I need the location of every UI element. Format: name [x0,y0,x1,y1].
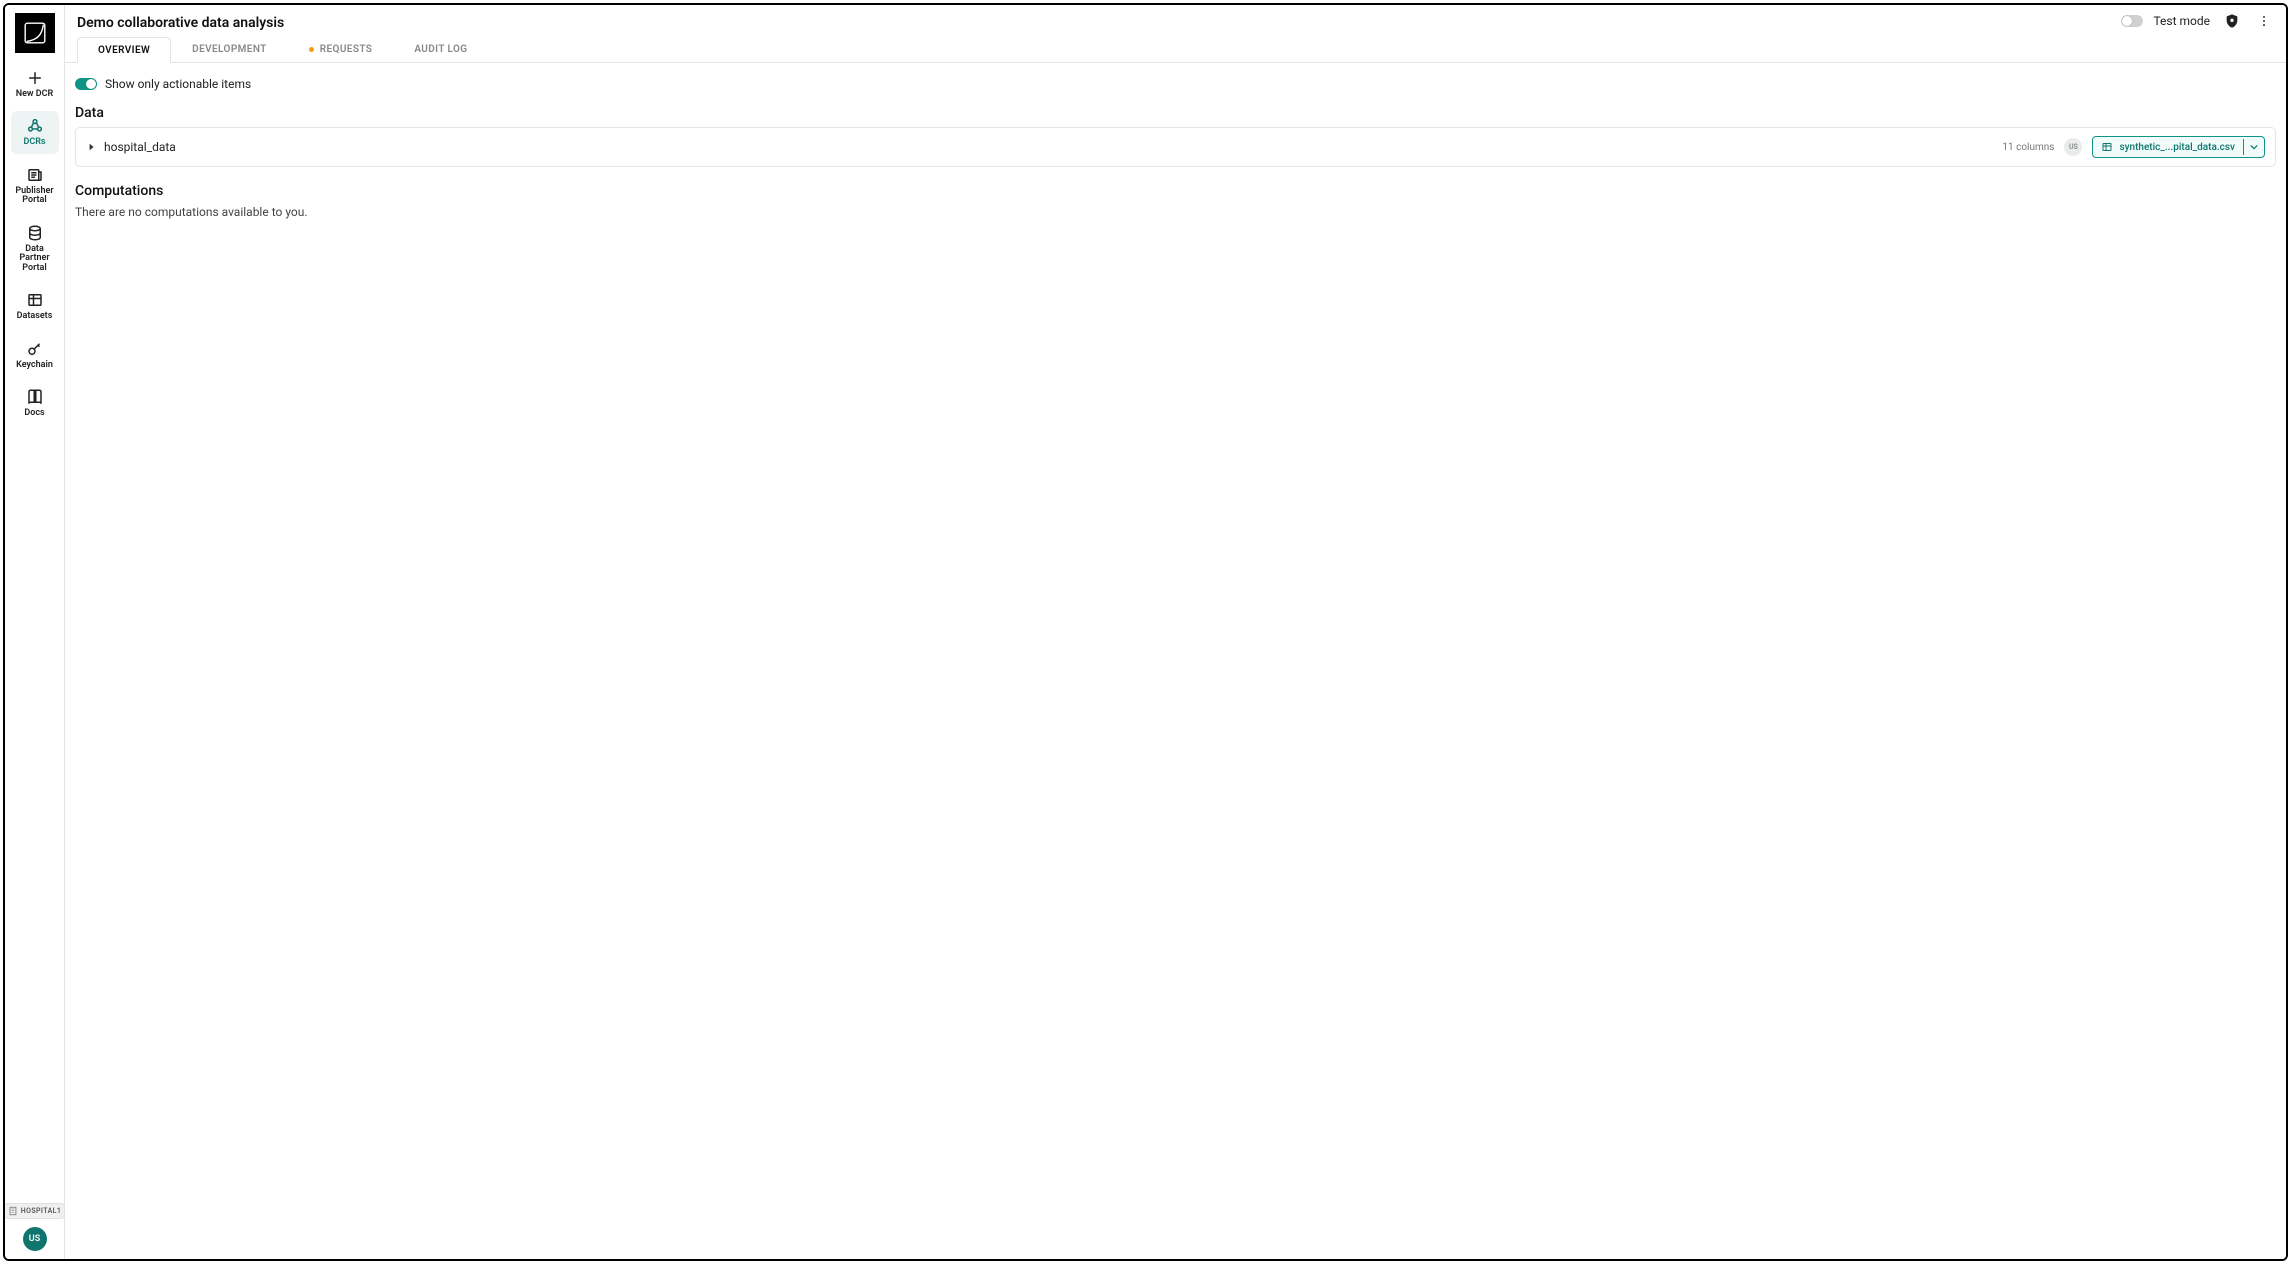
sidebar-item-label: Publisher Portal [13,187,57,206]
file-chip-button[interactable]: synthetic_...pital_data.csv [2093,137,2243,157]
sidebar-item-docs[interactable]: Docs [11,382,59,424]
key-icon [26,340,44,358]
sidebar-item-data-partner-portal[interactable]: Data Partner Portal [11,218,59,279]
avatar-initials: US [29,1234,40,1244]
book-icon [26,388,44,406]
table-icon [26,291,44,309]
data-row-name: hospital_data [104,140,176,154]
sidebar-item-label: Keychain [16,361,53,370]
app-logo[interactable] [15,13,55,53]
sidebar-item-new-dcr[interactable]: New DCR [11,63,59,105]
file-chip-dropdown[interactable] [2243,139,2264,155]
sidebar-item-label: DCRs [23,138,45,147]
indicator-dot [309,47,314,52]
org-selector[interactable]: HOSPITAL1 [4,1203,65,1219]
tab-overview[interactable]: OVERVIEW [77,37,171,63]
owner-initials: US [2069,143,2078,151]
table-icon [2101,141,2113,153]
computations-heading: Computations [75,183,2276,199]
file-chip-label: synthetic_...pital_data.csv [2119,142,2235,153]
newspaper-icon [26,166,44,184]
main-area: Demo collaborative data analysis Test mo… [65,5,2286,1259]
sidebar-item-label: Docs [24,409,44,418]
tab-requests[interactable]: REQUESTS [288,36,394,62]
tab-label: OVERVIEW [98,45,150,56]
sidebar-item-label: Datasets [17,312,53,321]
sidebar-item-label: New DCR [16,90,54,99]
test-mode-label: Test mode [2153,14,2210,28]
data-row: hospital_data 11 columns US synthetic_..… [75,127,2276,167]
sidebar-item-label: Data Partner Portal [13,245,57,273]
sidebar: New DCR DCRs Publisher Portal Data Partn… [5,5,65,1259]
building-icon [8,1206,18,1216]
tab-audit-log[interactable]: AUDIT LOG [393,36,488,62]
user-avatar[interactable]: US [23,1227,47,1251]
tab-label: DEVELOPMENT [192,44,267,55]
actionable-toggle[interactable] [75,78,97,90]
org-label: HOSPITAL1 [21,1207,61,1215]
sidebar-item-datasets[interactable]: Datasets [11,285,59,327]
file-chip: synthetic_...pital_data.csv [2092,136,2265,158]
computations-empty-text: There are no computations available to y… [75,205,2276,219]
more-vertical-icon [2257,13,2271,29]
workspace-icon [26,117,44,135]
sidebar-item-keychain[interactable]: Keychain [11,334,59,376]
sidebar-item-dcrs[interactable]: DCRs [11,111,59,153]
more-menu-button[interactable] [2254,9,2274,33]
plus-icon [26,69,44,87]
tabs: OVERVIEW DEVELOPMENT REQUESTS AUDIT LOG [77,36,2274,62]
page-title: Demo collaborative data analysis [77,11,284,31]
security-button[interactable] [2220,9,2244,33]
actionable-toggle-row: Show only actionable items [75,77,2276,91]
chevron-down-icon [2250,143,2258,151]
tab-label: AUDIT LOG [414,44,467,55]
test-mode-toggle[interactable] [2121,15,2143,27]
header: Demo collaborative data analysis Test mo… [65,5,2286,63]
columns-count: 11 columns [2002,142,2054,153]
shield-icon [2224,13,2240,29]
expand-button[interactable] [86,141,98,153]
owner-avatar[interactable]: US [2064,138,2082,156]
tab-label: REQUESTS [320,44,373,55]
content: Show only actionable items Data hospital… [65,63,2286,1259]
data-heading: Data [75,105,2276,121]
tab-development[interactable]: DEVELOPMENT [171,36,288,62]
sidebar-item-publisher-portal[interactable]: Publisher Portal [11,160,59,212]
actionable-toggle-label: Show only actionable items [105,77,251,91]
chevron-right-icon [88,143,96,151]
database-icon [26,224,44,242]
